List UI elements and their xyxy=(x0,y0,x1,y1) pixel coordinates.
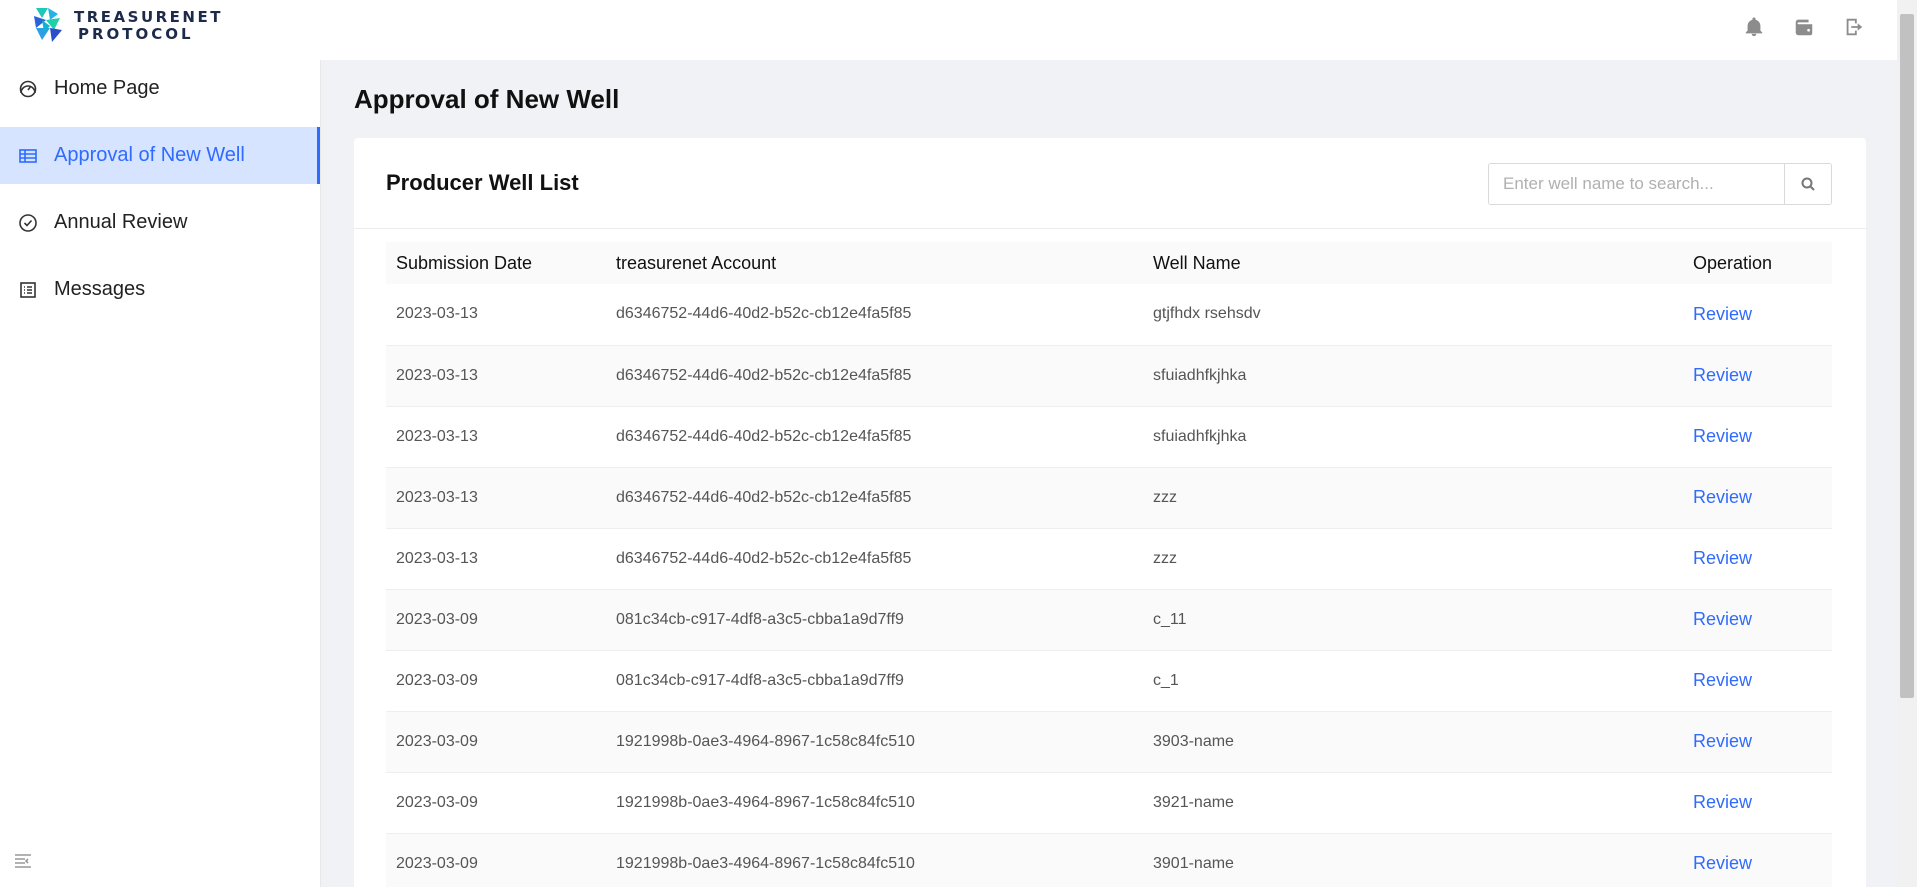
column-header[interactable]: treasurenet Account xyxy=(606,242,1143,284)
sidebar-item-label: Home Page xyxy=(54,77,160,99)
page-title: Approval of New Well xyxy=(354,84,620,114)
cell-account: 1921998b-0ae3-4964-8967-1c58c84fc510 xyxy=(606,772,1143,834)
column-header[interactable]: Operation xyxy=(1683,242,1832,284)
brand-line-1: TREASURENET xyxy=(74,8,223,26)
table-row: 2023-03-09 081c34cb-c917-4df8-a3c5-cbba1… xyxy=(386,589,1832,651)
cell-date: 2023-03-09 xyxy=(386,711,606,773)
logo-mark-icon xyxy=(34,8,62,42)
well-list-card: Producer Well List Submission Date treas… xyxy=(354,138,1866,887)
table-header-row: Submission Date treasurenet Account Well… xyxy=(386,242,1832,284)
page-scrollbar[interactable] xyxy=(1897,0,1917,887)
cell-date: 2023-03-09 xyxy=(386,589,606,651)
card-header: Producer Well List xyxy=(354,138,1866,229)
cell-account: d6346752-44d6-40d2-b52c-cb12e4fa5f85 xyxy=(606,284,1143,346)
gauge-icon xyxy=(18,79,38,99)
table-row: 2023-03-13 d6346752-44d6-40d2-b52c-cb12e… xyxy=(386,467,1832,529)
cell-account: d6346752-44d6-40d2-b52c-cb12e4fa5f85 xyxy=(606,528,1143,590)
column-header[interactable]: Submission Date xyxy=(386,242,606,284)
review-link[interactable]: Review xyxy=(1693,792,1752,812)
cell-account: 1921998b-0ae3-4964-8967-1c58c84fc510 xyxy=(606,833,1143,887)
sidebar-item-approval-of-new-well[interactable]: Approval of New Well xyxy=(0,127,320,184)
review-link[interactable]: Review xyxy=(1693,670,1752,690)
sidebar-item-home-page[interactable]: Home Page xyxy=(0,60,320,117)
cell-well-name: zzz xyxy=(1143,528,1683,590)
header-actions xyxy=(1741,14,1867,40)
cell-date: 2023-03-13 xyxy=(386,406,606,468)
cell-account: d6346752-44d6-40d2-b52c-cb12e4fa5f85 xyxy=(606,406,1143,468)
top-header: TREASURENET PROTOCOL xyxy=(0,0,1897,60)
table-row: 2023-03-13 d6346752-44d6-40d2-b52c-cb12e… xyxy=(386,528,1832,590)
cell-well-name: sfuiadhfkjhka xyxy=(1143,345,1683,407)
bell-icon[interactable] xyxy=(1741,14,1767,40)
well-table: Submission Date treasurenet Account Well… xyxy=(386,242,1832,887)
table-row: 2023-03-09 1921998b-0ae3-4964-8967-1c58c… xyxy=(386,772,1832,834)
brand-logo[interactable]: TREASURENET PROTOCOL xyxy=(28,6,223,46)
cell-account: 081c34cb-c917-4df8-a3c5-cbba1a9d7ff9 xyxy=(606,650,1143,712)
cell-well-name: gtjfhdx rsehsdv xyxy=(1143,284,1683,346)
review-link[interactable]: Review xyxy=(1693,731,1752,751)
table-row: 2023-03-09 081c34cb-c917-4df8-a3c5-cbba1… xyxy=(386,650,1832,712)
table-row: 2023-03-13 d6346752-44d6-40d2-b52c-cb12e… xyxy=(386,284,1832,346)
search-input[interactable] xyxy=(1489,164,1785,204)
cell-date: 2023-03-13 xyxy=(386,345,606,407)
cell-well-name: 3903-name xyxy=(1143,711,1683,773)
cell-date: 2023-03-13 xyxy=(386,467,606,529)
review-link[interactable]: Review xyxy=(1693,365,1752,385)
sidebar-item-label: Messages xyxy=(54,278,146,300)
list-icon xyxy=(18,280,38,300)
wallet-icon[interactable] xyxy=(1791,14,1817,40)
cell-date: 2023-03-13 xyxy=(386,284,606,346)
cell-well-name: 3901-name xyxy=(1143,833,1683,887)
cell-well-name: sfuiadhfkjhka xyxy=(1143,406,1683,468)
search-icon xyxy=(1801,177,1815,191)
column-header[interactable]: Well Name xyxy=(1143,242,1683,284)
cell-well-name: c_1 xyxy=(1143,650,1683,712)
check-circle-icon xyxy=(18,213,38,233)
sidebar-item-label: Approval of New Well xyxy=(54,144,245,166)
brand-line-2: PROTOCOL xyxy=(78,25,194,43)
search-button[interactable] xyxy=(1785,164,1831,204)
cell-well-name: 3921-name xyxy=(1143,772,1683,834)
review-link[interactable]: Review xyxy=(1693,426,1752,446)
review-link[interactable]: Review xyxy=(1693,304,1752,324)
table-row: 2023-03-09 1921998b-0ae3-4964-8967-1c58c… xyxy=(386,711,1832,773)
review-link[interactable]: Review xyxy=(1693,487,1752,507)
sidebar-item-messages[interactable]: Messages xyxy=(0,261,320,318)
table-row: 2023-03-13 d6346752-44d6-40d2-b52c-cb12e… xyxy=(386,345,1832,407)
cell-well-name: zzz xyxy=(1143,467,1683,529)
cell-date: 2023-03-09 xyxy=(386,650,606,712)
search-box xyxy=(1488,163,1832,205)
table-icon xyxy=(18,146,38,166)
cell-date: 2023-03-09 xyxy=(386,772,606,834)
brand-name: TREASURENET PROTOCOL xyxy=(74,9,223,43)
logout-icon[interactable] xyxy=(1841,14,1867,40)
cell-account: d6346752-44d6-40d2-b52c-cb12e4fa5f85 xyxy=(606,467,1143,529)
cell-date: 2023-03-09 xyxy=(386,833,606,887)
review-link[interactable]: Review xyxy=(1693,853,1752,873)
review-link[interactable]: Review xyxy=(1693,548,1752,568)
sidebar-item-annual-review[interactable]: Annual Review xyxy=(0,194,320,251)
card-title: Producer Well List xyxy=(386,170,579,195)
cell-date: 2023-03-13 xyxy=(386,528,606,590)
table-row: 2023-03-13 d6346752-44d6-40d2-b52c-cb12e… xyxy=(386,406,1832,468)
cell-account: d6346752-44d6-40d2-b52c-cb12e4fa5f85 xyxy=(606,345,1143,407)
sidebar: Home Page Approval of New Well Annual Re… xyxy=(0,60,321,887)
table-row: 2023-03-09 1921998b-0ae3-4964-8967-1c58c… xyxy=(386,833,1832,887)
menu-collapse-icon[interactable] xyxy=(14,853,32,869)
scrollbar-thumb[interactable] xyxy=(1900,14,1914,698)
cell-account: 081c34cb-c917-4df8-a3c5-cbba1a9d7ff9 xyxy=(606,589,1143,651)
sidebar-item-label: Annual Review xyxy=(54,211,188,233)
cell-well-name: c_11 xyxy=(1143,589,1683,651)
review-link[interactable]: Review xyxy=(1693,609,1752,629)
cell-account: 1921998b-0ae3-4964-8967-1c58c84fc510 xyxy=(606,711,1143,773)
